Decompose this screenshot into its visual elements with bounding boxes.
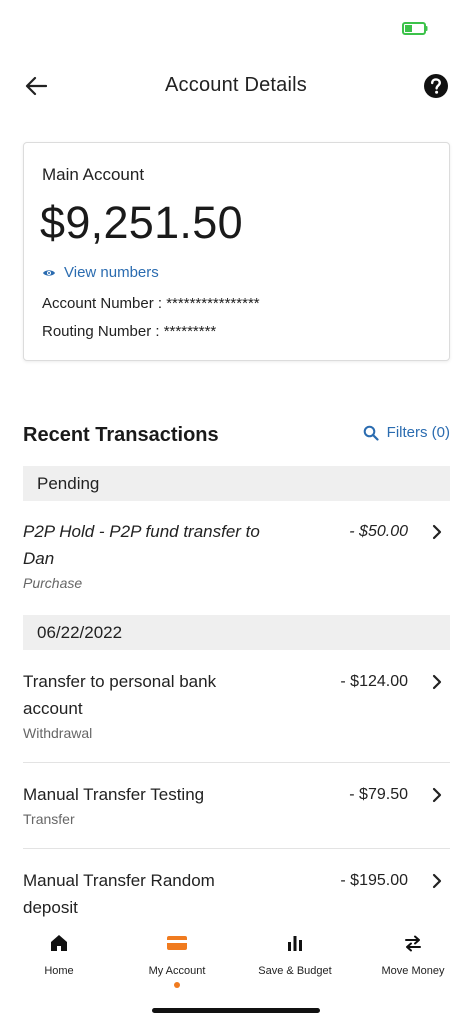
group-header-pending: Pending — [23, 466, 450, 501]
transaction-type: Withdrawal — [23, 725, 93, 741]
row-divider — [23, 848, 450, 849]
transaction-row[interactable]: Transfer to personal bank account Withdr… — [23, 668, 450, 746]
view-numbers-link[interactable]: View numbers — [42, 264, 159, 281]
bar-chart-icon — [288, 936, 302, 951]
view-numbers-label: View numbers — [64, 264, 159, 281]
chevron-right-icon — [432, 873, 442, 889]
chevron-right-icon — [432, 524, 442, 540]
tab-label: Home — [44, 965, 74, 977]
help-icon[interactable] — [422, 72, 450, 100]
recent-transactions-title: Recent Transactions — [23, 424, 219, 446]
account-balance: $9,251.50 — [40, 197, 243, 248]
app-header: Account Details — [0, 62, 472, 110]
eye-icon — [43, 269, 55, 276]
chevron-right-icon — [432, 674, 442, 690]
filters-label: Filters (0) — [386, 424, 450, 441]
home-indicator — [152, 1008, 320, 1013]
tab-move-money[interactable]: Move Money — [354, 932, 472, 977]
transfer-arrows-icon — [405, 935, 421, 952]
page-title: Account Details — [165, 74, 307, 96]
transaction-row[interactable]: Manual Transfer Random deposit - $195.00 — [23, 867, 450, 921]
transaction-description: Manual Transfer Testing — [23, 785, 205, 804]
tab-my-account[interactable]: My Account — [118, 932, 236, 988]
account-number: Account Number : **************** — [42, 295, 260, 312]
account-name: Main Account — [42, 165, 145, 184]
active-tab-indicator — [174, 982, 180, 988]
tab-home[interactable]: Home — [0, 932, 118, 977]
transaction-amount: - $124.00 — [340, 673, 408, 690]
transaction-description: Transfer to personal bank account — [23, 672, 217, 718]
search-icon — [363, 425, 379, 441]
filters-button[interactable]: Filters (0) — [363, 424, 450, 441]
card-icon — [167, 936, 187, 950]
transaction-row[interactable]: Manual Transfer Testing Transfer - $79.5… — [23, 781, 450, 833]
tab-label: My Account — [148, 965, 206, 977]
transaction-amount: - $50.00 — [349, 523, 408, 540]
transaction-row[interactable]: P2P Hold - P2P fund transfer to Dan Purc… — [23, 518, 450, 598]
tab-label: Move Money — [381, 965, 445, 977]
transaction-amount: - $79.50 — [349, 786, 408, 803]
tab-save-budget[interactable]: Save & Budget — [236, 932, 354, 977]
row-divider — [23, 762, 450, 763]
recent-transactions-header: Recent Transactions Filters (0) — [23, 420, 450, 452]
transaction-amount: - $195.00 — [340, 872, 408, 889]
chevron-right-icon — [432, 787, 442, 803]
tab-label: Save & Budget — [258, 965, 332, 977]
transaction-type: Transfer — [23, 811, 75, 827]
group-header-date: 06/22/2022 — [23, 615, 450, 650]
account-summary-card: Main Account $9,251.50 View numbers Acco… — [23, 142, 450, 361]
transaction-type: Purchase — [23, 575, 83, 591]
battery-charging-icon — [402, 22, 428, 35]
home-icon — [51, 935, 67, 951]
transaction-description: P2P Hold - P2P fund transfer to Dan — [23, 522, 260, 568]
status-bar — [0, 0, 472, 56]
routing-number: Routing Number : ********* — [42, 323, 217, 340]
transaction-description: Manual Transfer Random deposit — [23, 871, 215, 917]
